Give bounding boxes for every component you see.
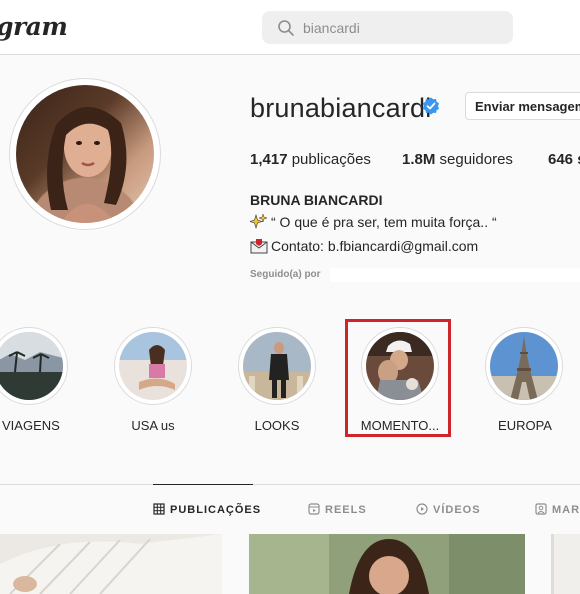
highlight-label: LOOKS [254, 418, 300, 433]
followed-by-list [330, 268, 580, 282]
posts-stat: 1,417 publicações [250, 151, 371, 168]
post-thumbnail[interactable] [249, 534, 525, 594]
post-thumbnail[interactable] [0, 534, 222, 594]
highlight-viagens[interactable] [0, 327, 68, 405]
bio-line-contact: Contato: b.fbiancardi@gmail.com [250, 238, 478, 254]
highlight-usa[interactable] [114, 327, 192, 405]
post-thumbnail[interactable] [551, 534, 580, 594]
send-message-button[interactable]: Enviar mensagem [465, 92, 580, 120]
bio-line-quote: “ O que é pra ser, tem muita força.. “ [250, 214, 497, 230]
profile-full-name: BRUNA BIANCARDI [250, 192, 383, 208]
highlight-label: MOMENTO... [360, 418, 440, 433]
highlight-label: VIAGENS [2, 418, 60, 433]
search-input[interactable]: biancardi [303, 20, 360, 36]
profile-username: brunabiancardi [250, 93, 432, 123]
search-box[interactable]: biancardi [262, 11, 513, 44]
highlight-europa-cover [490, 332, 558, 400]
sparkles-icon [250, 214, 268, 230]
highlight-europa[interactable] [485, 327, 563, 405]
avatar-photo [16, 85, 154, 223]
top-navigation-bar: gram biancardi [0, 0, 580, 55]
highlight-looks[interactable] [238, 327, 316, 405]
search-icon [278, 20, 294, 36]
tab-publicacoes[interactable]: PUBLICAÇÕES [153, 503, 261, 516]
highlight-looks-cover [243, 332, 311, 400]
highlight-label: USA us [131, 418, 175, 433]
reels-icon [308, 503, 320, 515]
tab-videos[interactable]: VÍDEOS [416, 503, 481, 516]
highlight-label: EUROPA [498, 418, 552, 433]
grid-icon [153, 503, 165, 515]
highlight-viagens-cover [0, 332, 63, 400]
active-tab-indicator [153, 484, 253, 485]
highlight-usa-cover [119, 332, 187, 400]
following-stat[interactable]: 646 s [548, 151, 580, 168]
tab-reels[interactable]: REELS [308, 503, 367, 516]
verified-badge-icon [423, 97, 439, 115]
followed-by-label: Seguido(a) por [250, 269, 321, 280]
tabs-divider [0, 484, 580, 485]
tag-icon [535, 503, 547, 515]
play-icon [416, 503, 428, 515]
tab-marcados[interactable]: MAR [535, 503, 580, 516]
instagram-logo[interactable]: gram [0, 12, 68, 41]
profile-avatar[interactable] [9, 78, 161, 230]
envelope-icon [250, 239, 268, 254]
followers-stat[interactable]: 1.8M seguidores [402, 151, 513, 168]
